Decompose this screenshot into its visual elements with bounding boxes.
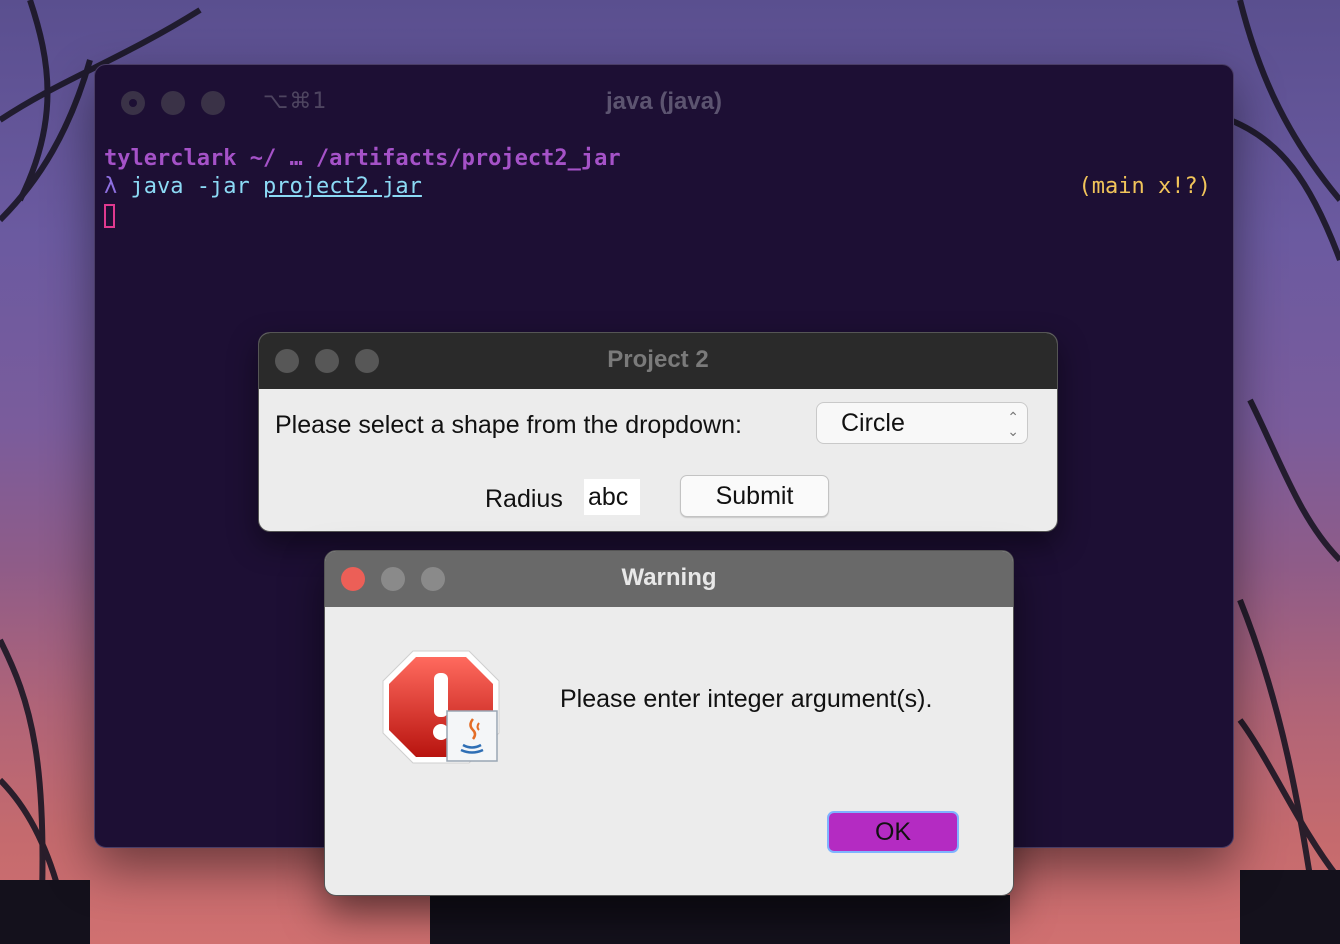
project-window[interactable]: Project 2 Please select a shape from the… bbox=[258, 332, 1058, 532]
terminal-content[interactable]: tylerclark ~/ … /artifacts/project2_jar … bbox=[104, 145, 1211, 229]
warning-titlebar[interactable]: Warning bbox=[325, 551, 1013, 607]
ok-button[interactable]: OK bbox=[827, 811, 959, 853]
error-stop-java-icon bbox=[382, 650, 500, 764]
radius-label: Radius bbox=[485, 485, 563, 513]
prompt-line: tylerclark ~/ … /artifacts/project2_jar bbox=[104, 145, 1211, 173]
warning-title: Warning bbox=[621, 564, 717, 591]
lambda-prompt: λ bbox=[104, 174, 118, 199]
prompt-user: tylerclark bbox=[104, 146, 237, 171]
cursor-line bbox=[104, 201, 1211, 229]
prompt-path: ~/ … /artifacts/project2_jar bbox=[249, 146, 621, 171]
terminal-titlebar[interactable]: ⌥⌘1 java (java) bbox=[95, 65, 1233, 139]
radius-input[interactable]: abc bbox=[584, 479, 640, 515]
shape-label: Please select a shape from the dropdown: bbox=[275, 411, 742, 439]
updown-chevron-icon: ⌃ ⌄ bbox=[1007, 409, 1019, 439]
project-title: Project 2 bbox=[607, 346, 709, 373]
warning-message: Please enter integer argument(s). bbox=[560, 685, 933, 713]
shape-dropdown[interactable]: Circle ⌃ ⌄ bbox=[816, 402, 1028, 444]
shape-selected-value: Circle bbox=[841, 409, 905, 437]
terminal-cursor bbox=[104, 204, 115, 228]
command-text: java -jar bbox=[130, 174, 250, 199]
project-titlebar[interactable]: Project 2 bbox=[259, 333, 1057, 389]
terminal-title: java (java) bbox=[605, 88, 723, 115]
warning-dialog[interactable]: Warning Please enter integer argument(s)… bbox=[324, 550, 1014, 896]
submit-button[interactable]: Submit bbox=[680, 475, 829, 517]
command-line: λ java -jar project2.jar bbox=[104, 173, 1211, 201]
command-argument[interactable]: project2.jar bbox=[263, 174, 422, 199]
git-status: (main x!?) bbox=[1078, 174, 1211, 199]
